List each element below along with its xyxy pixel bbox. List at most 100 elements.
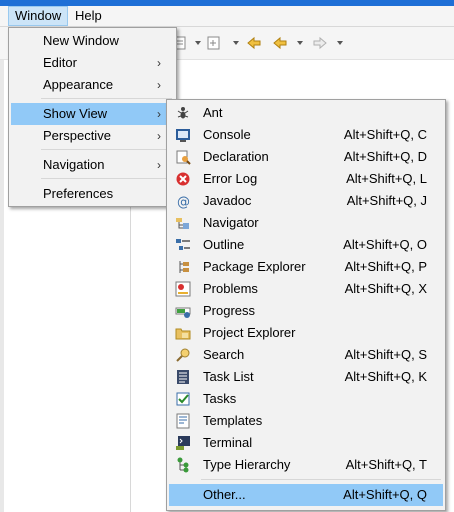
menu-item-navigation[interactable]: Navigation › xyxy=(11,154,174,176)
menu-item-error-log[interactable]: Error Log Alt+Shift+Q, L xyxy=(169,168,443,190)
menu-item-shortcut: Alt+Shift+Q, C xyxy=(343,127,427,142)
menu-item-label: New Window xyxy=(43,33,119,48)
menu-item-templates[interactable]: Templates xyxy=(169,410,443,432)
chevron-down-icon[interactable] xyxy=(297,41,303,45)
declaration-icon xyxy=(176,150,191,165)
chevron-right-icon: › xyxy=(157,107,161,121)
window-menu: New Window Editor › Appearance › Show Vi… xyxy=(8,27,177,207)
workspace-edge xyxy=(0,60,4,512)
menu-item-task-list[interactable]: Task List Alt+Shift+Q, K xyxy=(169,366,443,388)
menu-item-label: Navigation xyxy=(43,157,105,172)
menu-item-label: Show View xyxy=(43,106,108,121)
menu-item-shortcut: Alt+Shift+Q, O xyxy=(343,237,427,252)
menu-item-label: Templates xyxy=(203,413,263,428)
menu-item-label: Perspective xyxy=(43,128,111,143)
menu-item-label: Terminal xyxy=(203,435,253,450)
templates-icon xyxy=(176,413,190,429)
menu-item-shortcut: Alt+Shift+Q, S xyxy=(344,347,427,362)
menu-item-label: Search xyxy=(203,347,245,362)
chevron-right-icon: › xyxy=(157,158,161,172)
project-explorer-icon xyxy=(175,328,191,340)
show-view-menu: Ant Console Alt+Shift+Q, C Declaration A… xyxy=(166,99,446,511)
menu-item-progress[interactable]: Progress xyxy=(169,300,443,322)
menu-item-label: Javadoc xyxy=(203,193,252,208)
terminal-icon xyxy=(176,436,190,450)
menu-item-problems[interactable]: Problems Alt+Shift+Q, X xyxy=(169,278,443,300)
menu-item-show-view[interactable]: Show View › xyxy=(11,103,174,125)
menu-item-label: Problems xyxy=(203,281,258,296)
menu-item-shortcut: Alt+Shift+Q, Q xyxy=(343,487,427,502)
menu-item-label: Console xyxy=(203,127,251,142)
menu-item-outline[interactable]: Outline Alt+Shift+Q, O xyxy=(169,234,443,256)
menu-item-label: Editor xyxy=(43,55,77,70)
ant-icon xyxy=(177,107,189,119)
menu-item-shortcut: Alt+Shift+Q, L xyxy=(346,171,427,186)
menu-item-package-explorer[interactable]: Package Explorer Alt+Shift+Q, P xyxy=(169,256,443,278)
menu-item-terminal[interactable]: Terminal xyxy=(169,432,443,454)
view-divider xyxy=(130,200,131,512)
chevron-right-icon: › xyxy=(157,78,161,92)
menu-item-label: Declaration xyxy=(203,149,269,164)
console-icon xyxy=(176,129,190,142)
menu-item-preferences[interactable]: Preferences xyxy=(11,183,174,205)
menu-item-ant[interactable]: Ant xyxy=(169,102,443,124)
menu-item-label: Other... xyxy=(203,487,246,502)
javadoc-icon: @ xyxy=(177,195,190,209)
menu-item-project-explorer[interactable]: Project Explorer xyxy=(169,322,443,344)
menu-item-tasks[interactable]: Tasks xyxy=(169,388,443,410)
type-hierarchy-icon xyxy=(177,457,189,473)
menu-separator xyxy=(201,479,441,480)
outline-icon xyxy=(176,239,190,250)
menu-item-navigator[interactable]: Navigator xyxy=(169,212,443,234)
chevron-down-icon[interactable] xyxy=(233,41,239,45)
svg-text:@: @ xyxy=(177,195,190,209)
menu-item-label: Package Explorer xyxy=(203,259,306,274)
menu-item-other[interactable]: Other... Alt+Shift+Q, Q xyxy=(169,484,443,506)
menu-item-shortcut: Alt+Shift+Q, X xyxy=(344,281,427,296)
menu-item-label: Appearance xyxy=(43,77,114,92)
menu-item-shortcut: Alt+Shift+Q, D xyxy=(343,149,427,164)
menu-separator xyxy=(41,98,172,99)
menu-item-shortcut: Alt+Shift+Q, J xyxy=(346,193,427,208)
error-log-icon xyxy=(176,172,190,186)
menu-item-label: Task List xyxy=(203,369,254,384)
navigator-icon xyxy=(176,218,189,229)
menu-separator xyxy=(41,149,172,150)
chevron-right-icon: › xyxy=(157,129,161,143)
toolbar-next-annotation-icon[interactable] xyxy=(206,35,222,51)
menu-item-new-window[interactable]: New Window xyxy=(11,30,174,52)
menu-item-label: Type Hierarchy xyxy=(203,457,291,472)
back-arrow-icon[interactable] xyxy=(272,35,288,51)
task-list-icon xyxy=(177,370,189,384)
menu-item-type-hierarchy[interactable]: Type Hierarchy Alt+Shift+Q, T xyxy=(169,454,443,476)
last-edit-location-icon[interactable] xyxy=(246,35,262,51)
chevron-right-icon: › xyxy=(157,56,161,70)
menu-item-perspective[interactable]: Perspective › xyxy=(11,125,174,147)
chevron-down-icon[interactable] xyxy=(337,41,343,45)
menu-item-editor[interactable]: Editor › xyxy=(11,52,174,74)
menu-item-shortcut: Alt+Shift+Q, K xyxy=(344,369,427,384)
menu-item-console[interactable]: Console Alt+Shift+Q, C xyxy=(169,124,443,146)
forward-arrow-icon[interactable] xyxy=(312,35,328,51)
menu-item-javadoc[interactable]: @ Javadoc Alt+Shift+Q, J xyxy=(169,190,443,212)
menu-item-label: Navigator xyxy=(203,215,259,230)
search-icon xyxy=(176,348,190,362)
menu-item-declaration[interactable]: Declaration Alt+Shift+Q, D xyxy=(169,146,443,168)
menu-item-label: Progress xyxy=(203,303,256,318)
package-explorer-icon xyxy=(179,261,189,273)
menu-bar: Window Help xyxy=(0,6,454,27)
progress-icon xyxy=(175,307,191,318)
menu-item-label: Tasks xyxy=(203,391,237,406)
menu-help[interactable]: Help xyxy=(69,7,108,25)
menu-item-label: Error Log xyxy=(203,171,258,186)
menu-item-appearance[interactable]: Appearance › xyxy=(11,74,174,96)
menu-separator xyxy=(41,178,172,179)
menu-item-label: Outline xyxy=(203,237,245,252)
menu-window[interactable]: Window xyxy=(8,6,69,26)
menu-item-label: Project Explorer xyxy=(203,325,296,340)
tasks-icon xyxy=(176,392,190,406)
menu-item-label: Ant xyxy=(203,105,223,120)
chevron-down-icon[interactable] xyxy=(195,41,201,45)
menu-item-search[interactable]: Search Alt+Shift+Q, S xyxy=(169,344,443,366)
menu-item-shortcut: Alt+Shift+Q, T xyxy=(345,457,427,472)
